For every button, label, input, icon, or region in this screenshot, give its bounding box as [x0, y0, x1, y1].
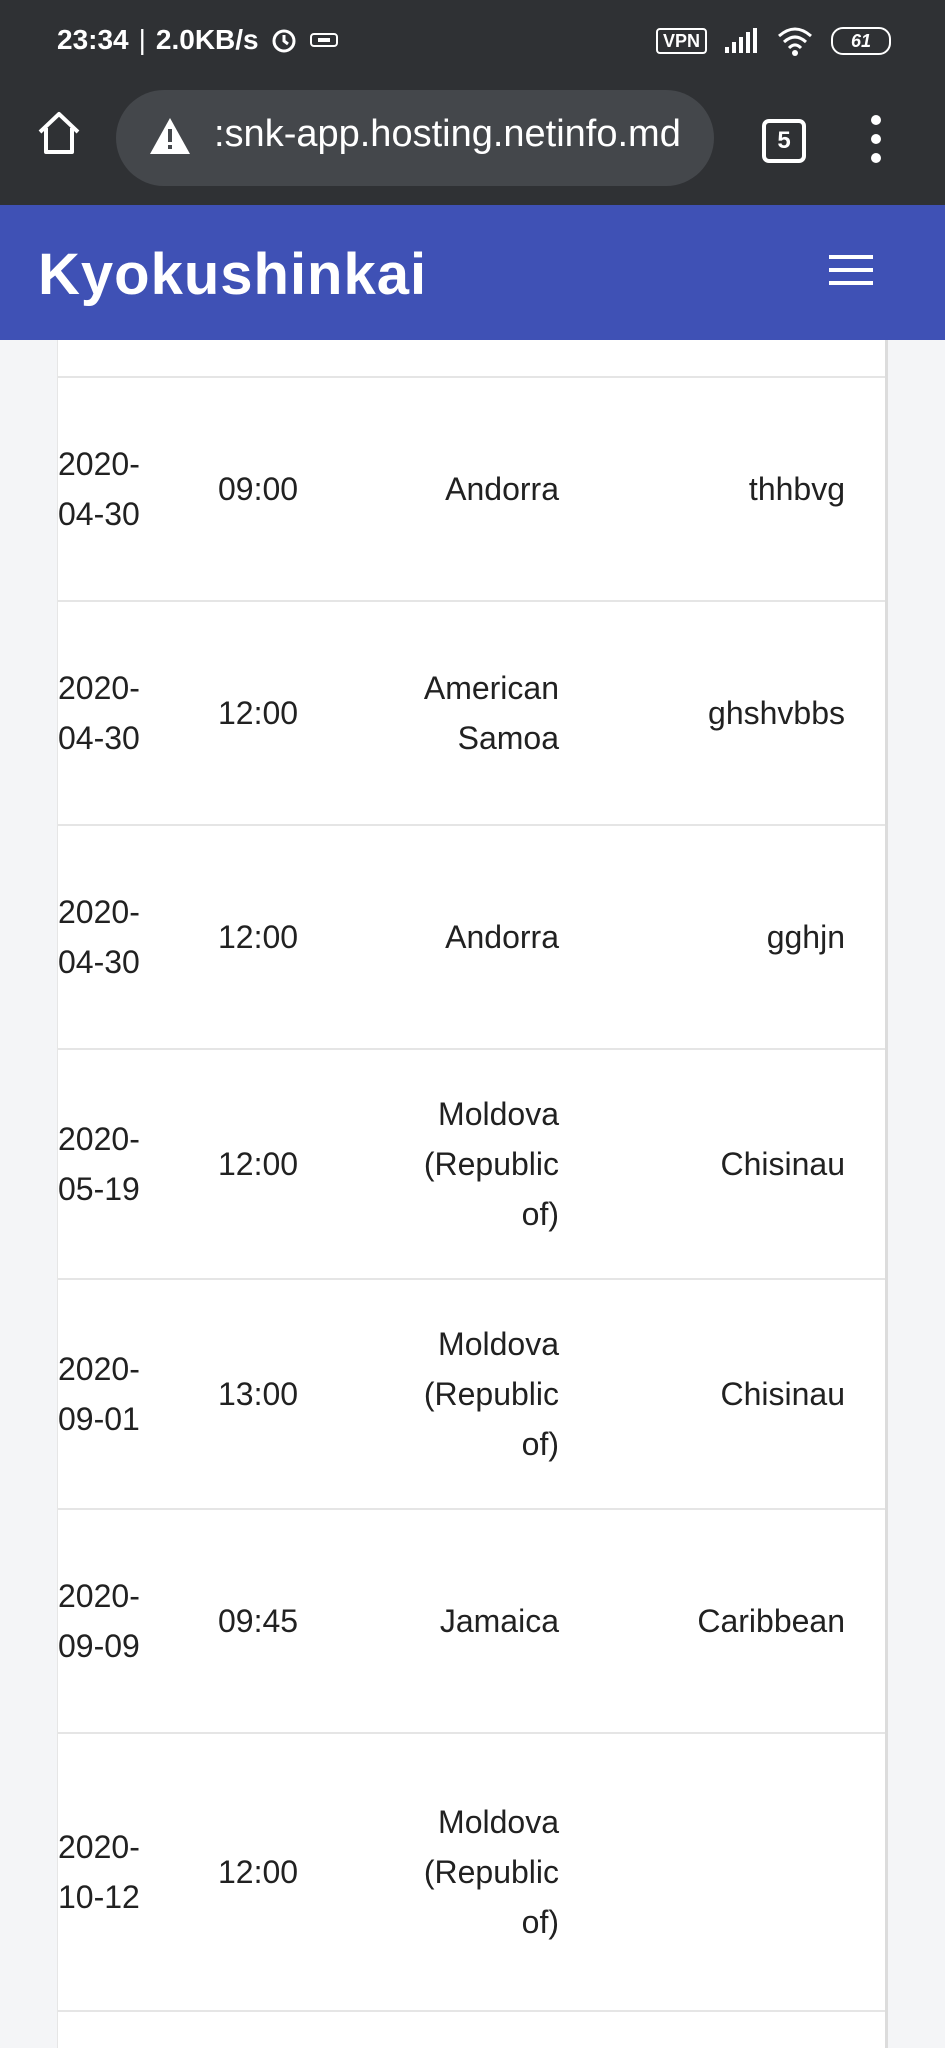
country-cell: Jamaica: [439, 1603, 559, 1639]
status-bar: 23:34 | 2.0KB/s VPN 61: [0, 0, 945, 88]
table-row[interactable]: 2020- 05-19 12:00 Moldova (Republic of) Chi…: [58, 1050, 885, 1280]
date-cell: 2020- 04-30: [58, 894, 140, 980]
table-row[interactable]: 2020- 10-12 12:00 Moldova (Republic of): [58, 1734, 885, 2012]
city-cell: Caribbean: [697, 1603, 845, 1639]
country-cell: Andorra: [445, 471, 559, 507]
tab-switcher-button[interactable]: 5: [762, 119, 806, 163]
date-cell: 2020- 04-30: [58, 670, 140, 756]
table-row[interactable]: 2020- 09-01 13:00 Moldova (Republic of) Chi…: [58, 1280, 885, 1510]
battery-icon: 61: [831, 27, 891, 55]
tab-count: 5: [777, 127, 791, 154]
status-divider: |: [138, 24, 146, 55]
hamburger-menu-icon[interactable]: [829, 255, 873, 289]
table-row[interactable]: 2020- 04-30 09:00 Andorra thhbvg: [58, 378, 885, 602]
app-header: Kyokushinkai: [0, 205, 945, 340]
city-cell: thhbvg: [748, 471, 845, 507]
time-cell: 12:00: [218, 1146, 299, 1182]
time-cell: 12:00: [218, 695, 299, 731]
overflow-menu-icon[interactable]: [864, 115, 888, 169]
time-cell: 12:00: [218, 919, 299, 955]
address-bar[interactable]: :snk-app.hosting.netinfo.md: [116, 90, 714, 186]
network-speed: 2.0KB/s: [155, 24, 259, 55]
data-saver-icon: [309, 33, 338, 47]
alarm-icon: [272, 29, 296, 53]
events-table: 2020- 04-30 09:00 Andorra thhbvg 2020- 04-30…: [57, 340, 888, 2048]
time-cell: 09:45: [218, 1603, 299, 1639]
table-row[interactable]: 2020- 04-30 12:00 American Samoa ghshvbbs: [58, 602, 885, 826]
date-cell: 2020- 04-30: [58, 446, 140, 532]
browser-toolbar: :snk-app.hosting.netinfo.md 5: [0, 88, 945, 205]
status-right: VPN 61: [655, 26, 891, 56]
city-cell: ghshvbbs: [708, 695, 845, 731]
country-cell: Moldova (Republic of): [423, 1804, 559, 1940]
status-time: 23:34: [57, 24, 129, 55]
date-cell: 2020- 09-09: [58, 1578, 140, 1664]
url-text[interactable]: :snk-app.hosting.netinfo.md: [214, 113, 681, 156]
table-body: 2020- 04-30 09:00 Andorra thhbvg 2020- 04-30…: [58, 378, 885, 2012]
warning-icon[interactable]: [148, 114, 192, 158]
table-row[interactable]: 2020- 04-30 12:00 Andorra gghjn: [58, 826, 885, 1050]
home-icon[interactable]: [34, 108, 84, 158]
signal-icon: [725, 28, 757, 53]
time-cell: 09:00: [218, 471, 299, 507]
wifi-icon: [778, 27, 812, 56]
time-cell: 13:00: [218, 1376, 299, 1412]
date-cell: 2020- 09-01: [58, 1351, 140, 1437]
battery-level: 61: [850, 30, 872, 51]
table-row[interactable]: 2020- 09-09 09:45 Jamaica Caribbean: [58, 1510, 885, 1734]
country-cell: Moldova (Republic of): [423, 1096, 559, 1232]
status-left: 23:34 | 2.0KB/s: [57, 24, 339, 56]
date-cell: 2020- 05-19: [58, 1121, 140, 1207]
city-cell: gghjn: [766, 919, 845, 955]
table-row-partial: [58, 340, 885, 378]
country-cell: American Samoa: [423, 670, 559, 756]
country-cell: Andorra: [445, 919, 559, 955]
app-title[interactable]: Kyokushinkai: [38, 241, 427, 308]
vpn-badge: VPN: [655, 28, 707, 54]
time-cell: 12:00: [218, 1854, 299, 1890]
date-cell: 2020- 10-12: [58, 1829, 140, 1915]
country-cell: Moldova (Republic of): [423, 1326, 559, 1462]
city-cell: Chisinau: [720, 1146, 845, 1182]
city-cell: Chisinau: [720, 1376, 845, 1412]
